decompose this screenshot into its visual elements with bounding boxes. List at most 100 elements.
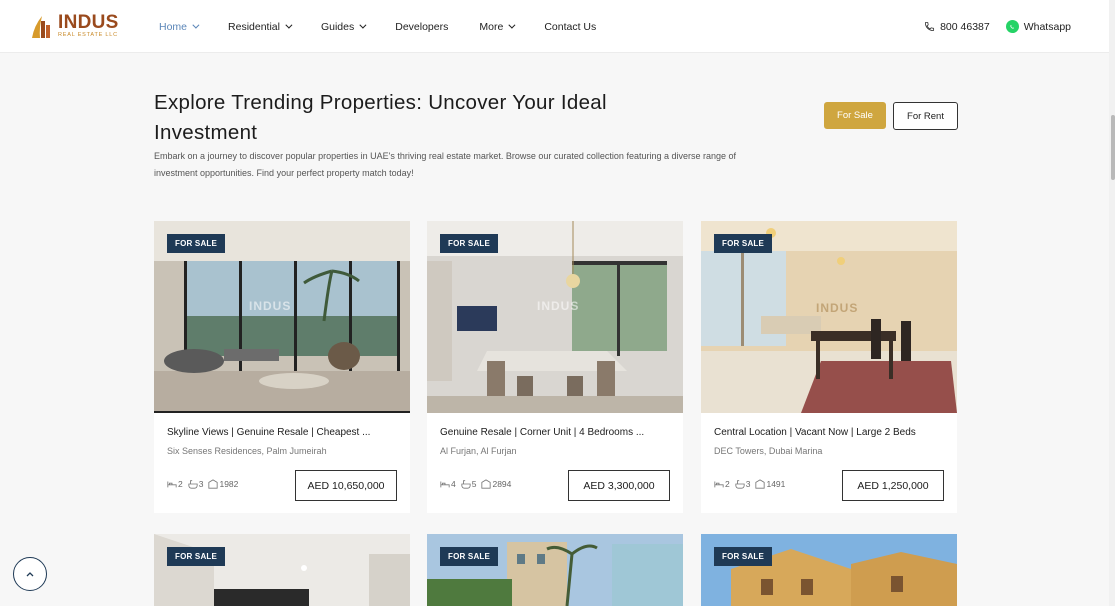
- price-button[interactable]: AED 10,650,000: [295, 470, 397, 501]
- property-card[interactable]: INDUS FOR SALE Genuine Resale | Corner U…: [427, 221, 683, 513]
- property-image[interactable]: FOR SALE: [427, 534, 683, 606]
- watermark: INDUS: [816, 301, 859, 315]
- area-icon: [481, 479, 492, 489]
- watermark: INDUS: [249, 299, 292, 313]
- chevron-down-icon: [285, 21, 293, 29]
- for-sale-button[interactable]: For Sale: [824, 102, 886, 129]
- site-header: INDUS REAL ESTATE LLC Home Residential G…: [0, 0, 1115, 53]
- whatsapp-icon: [1005, 20, 1019, 33]
- chevron-down-icon: [508, 21, 516, 29]
- logo-icon: [32, 16, 50, 38]
- property-location: Six Senses Residences, Palm Jumeirah: [167, 446, 327, 456]
- brand-tagline: REAL ESTATE LLC: [58, 32, 118, 39]
- bed-icon: [440, 481, 450, 488]
- baths-spec: 5: [461, 479, 477, 489]
- chevron-down-icon: [359, 21, 367, 29]
- brand-logo[interactable]: INDUS REAL ESTATE LLC: [30, 12, 119, 40]
- property-card[interactable]: INDUS FOR SALE Central Location | Vacant…: [701, 221, 957, 513]
- property-card[interactable]: INDUS FOR SALE Skyline Views | Genuine R…: [154, 221, 410, 513]
- bed-icon: [714, 481, 724, 488]
- interior-photo: [154, 534, 410, 606]
- scrollbar-thumb[interactable]: [1111, 115, 1115, 180]
- area-spec: 1491: [755, 479, 785, 489]
- property-image[interactable]: INDUS FOR SALE: [154, 221, 410, 413]
- property-image[interactable]: FOR SALE: [701, 534, 957, 606]
- main-nav: Home Residential Guides Developers More …: [159, 0, 627, 53]
- beds-spec: 2: [167, 479, 183, 489]
- beds-count: 2: [178, 479, 183, 489]
- area-icon: [755, 479, 766, 489]
- status-badge: FOR SALE: [167, 547, 226, 566]
- section-description: Embark on a journey to discover popular …: [154, 151, 737, 178]
- property-specs: 2 3 1491: [714, 479, 785, 489]
- for-rent-button[interactable]: For Rent: [893, 102, 958, 130]
- area-value: 2894: [492, 479, 512, 489]
- section-title: Explore Trending Properties: Uncover You…: [154, 91, 607, 144]
- villa-complex-photo: [427, 534, 683, 606]
- bed-icon: [167, 481, 177, 488]
- nav-item-home[interactable]: Home: [159, 20, 200, 33]
- brand-name: INDUS: [58, 12, 119, 34]
- baths-count: 3: [198, 479, 204, 489]
- property-card[interactable]: FOR SALE: [154, 534, 410, 606]
- nav-item-guides[interactable]: Guides: [320, 20, 367, 33]
- property-specs: 2 3 1982: [167, 479, 238, 489]
- price-button[interactable]: AED 3,300,000: [568, 470, 670, 501]
- baths-count: 5: [471, 479, 477, 489]
- area-icon: [208, 479, 219, 489]
- area-spec: 2894: [481, 479, 511, 489]
- property-title[interactable]: Central Location | Vacant Now | Large 2 …: [714, 427, 946, 438]
- status-badge: FOR SALE: [440, 234, 499, 253]
- bath-icon: [188, 480, 198, 489]
- beds-count: 2: [725, 479, 730, 489]
- nav-item-more[interactable]: More: [479, 20, 516, 33]
- status-badge: FOR SALE: [167, 234, 226, 253]
- property-image[interactable]: INDUS FOR SALE: [427, 221, 683, 413]
- header-contact: 800 46387 Whatsapp: [924, 0, 1071, 53]
- watermark: INDUS: [537, 299, 580, 313]
- phone-icon: [925, 21, 935, 32]
- phone-link[interactable]: 800 46387: [924, 21, 990, 33]
- status-badge: FOR SALE: [440, 547, 499, 566]
- phone-number: 800 46387: [940, 20, 990, 33]
- scroll-to-top-button[interactable]: [13, 557, 47, 591]
- property-title[interactable]: Skyline Views | Genuine Resale | Cheapes…: [167, 427, 399, 438]
- nav-item-developers[interactable]: Developers: [395, 21, 448, 33]
- nav-item-contact[interactable]: Contact Us: [544, 21, 596, 33]
- nav-item-label: Contact Us: [544, 20, 597, 33]
- property-card[interactable]: FOR SALE: [427, 534, 683, 606]
- area-value: 1982: [219, 479, 239, 489]
- villa-exterior-photo: [701, 534, 957, 606]
- bath-icon: [735, 480, 745, 489]
- area-spec: 1982: [208, 479, 238, 489]
- price-button[interactable]: AED 1,250,000: [842, 470, 944, 501]
- property-specs: 4 5 2894: [440, 479, 511, 489]
- nav-item-label: More: [479, 20, 504, 33]
- baths-spec: 3: [188, 479, 204, 489]
- beds-spec: 2: [714, 479, 730, 489]
- beds-spec: 4: [440, 479, 456, 489]
- page-scrollbar[interactable]: [1109, 0, 1115, 606]
- chevron-up-icon: [26, 572, 34, 577]
- nav-item-label: Residential: [228, 20, 280, 33]
- nav-item-residential[interactable]: Residential: [228, 20, 293, 33]
- status-badge: FOR SALE: [714, 547, 773, 566]
- baths-spec: 3: [735, 479, 751, 489]
- property-location: DEC Towers, Dubai Marina: [714, 446, 823, 456]
- property-image[interactable]: INDUS FOR SALE: [701, 221, 957, 413]
- whatsapp-label: Whatsapp: [1023, 20, 1071, 33]
- beds-count: 4: [451, 479, 456, 489]
- property-title[interactable]: Genuine Resale | Corner Unit | 4 Bedroom…: [440, 427, 672, 438]
- baths-count: 3: [745, 479, 751, 489]
- property-image[interactable]: FOR SALE: [154, 534, 410, 606]
- status-badge: FOR SALE: [714, 234, 773, 253]
- chevron-down-icon: [192, 21, 200, 29]
- area-value: 1491: [766, 479, 786, 489]
- property-card[interactable]: FOR SALE: [701, 534, 957, 606]
- nav-item-label: Home: [159, 20, 188, 33]
- nav-item-label: Developers: [395, 20, 449, 33]
- bath-icon: [461, 480, 471, 489]
- whatsapp-link[interactable]: Whatsapp: [1005, 20, 1071, 33]
- nav-item-label: Guides: [320, 20, 355, 33]
- property-location: Al Furjan, Al Furjan: [440, 446, 517, 456]
